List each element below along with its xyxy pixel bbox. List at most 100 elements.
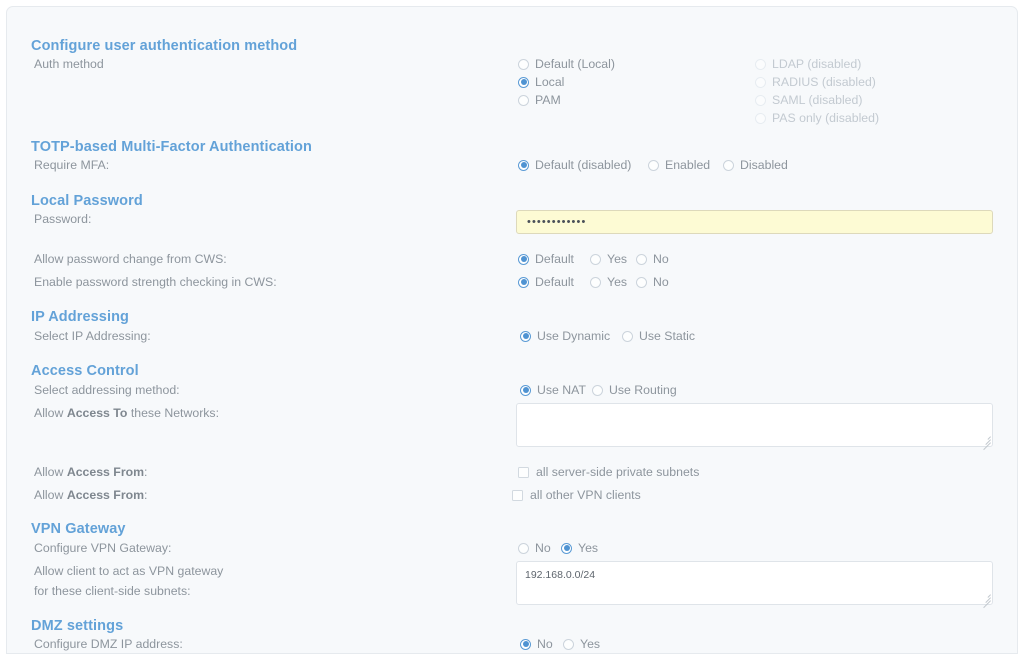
section-heading-mfa: TOTP-based Multi-Factor Authentication: [31, 139, 312, 155]
radio-indicator: [518, 159, 529, 171]
option-label: Default (disabled): [535, 158, 632, 172]
label-allow-access-from-2: Allow Access From:: [34, 488, 147, 502]
radio-ip-use-static[interactable]: Use Static: [622, 329, 695, 343]
option-label: No: [653, 275, 669, 289]
option-label: all server-side private subnets: [536, 465, 700, 479]
radio-indicator: [518, 76, 529, 88]
radio-auth-local[interactable]: Local: [518, 75, 564, 89]
radio-indicator: [592, 384, 603, 396]
option-label: Yes: [578, 541, 599, 555]
label-select-ip-addressing: Select IP Addressing:: [34, 329, 151, 343]
label-part-post: :: [144, 465, 148, 479]
option-label: Default: [535, 275, 574, 289]
radio-indicator: [520, 384, 531, 396]
radio-indicator: [755, 94, 766, 106]
label-line-2: for these client-side subnets:: [34, 584, 191, 598]
radio-mfa-default[interactable]: Default (disabled): [518, 158, 631, 172]
radio-indicator: [518, 542, 529, 554]
section-heading-vpn-gateway: VPN Gateway: [31, 521, 126, 537]
radio-dmz-yes[interactable]: Yes: [563, 637, 600, 651]
access-to-networks-field: [516, 403, 993, 451]
radio-use-routing[interactable]: Use Routing: [592, 383, 677, 397]
option-label: Use Dynamic: [537, 329, 611, 343]
label-auth-method: Auth method: [34, 57, 104, 71]
radio-indicator: [590, 253, 601, 265]
radio-dmz-no[interactable]: No: [520, 637, 553, 651]
section-heading-dmz: DMZ settings: [31, 618, 124, 634]
label-allow-password-change: Allow password change from CWS:: [34, 252, 227, 266]
radio-pwstrength-default[interactable]: Default: [518, 275, 574, 289]
label-part-pre: Allow: [34, 488, 67, 502]
option-label: Use NAT: [537, 383, 586, 397]
checkbox-all-other-vpn-clients[interactable]: all other VPN clients: [512, 488, 641, 502]
access-to-networks-textarea[interactable]: [516, 403, 993, 447]
option-label: Use Static: [639, 329, 696, 343]
option-label: Yes: [607, 252, 628, 266]
settings-panel: Configure user authentication method Aut…: [6, 6, 1018, 654]
label-configure-dmz-ip: Configure DMZ IP address:: [34, 637, 183, 651]
radio-auth-pam[interactable]: PAM: [518, 93, 561, 107]
vpn-configuration-form: Configure user authentication method Aut…: [7, 7, 1017, 653]
option-label: SAML (disabled): [772, 93, 863, 107]
radio-use-nat[interactable]: Use NAT: [520, 383, 586, 397]
vpn-gateway-subnets-textarea[interactable]: [516, 561, 993, 605]
label-configure-vpn-gateway: Configure VPN Gateway:: [34, 541, 172, 555]
radio-indicator: [755, 76, 766, 88]
radio-indicator: [636, 253, 647, 265]
radio-indicator: [636, 276, 647, 288]
option-label: Yes: [580, 637, 601, 651]
radio-ip-use-dynamic[interactable]: Use Dynamic: [520, 329, 610, 343]
radio-auth-ldap: LDAP (disabled): [755, 57, 861, 71]
radio-indicator: [518, 58, 529, 70]
radio-indicator: [622, 330, 633, 342]
label-password-strength: Enable password strength checking in CWS…: [34, 275, 277, 289]
label-part-post: these Networks:: [127, 406, 220, 420]
radio-auth-radius: RADIUS (disabled): [755, 75, 876, 89]
label-allow-access-to: Allow Access To these Networks:: [34, 406, 219, 420]
section-heading-local-password: Local Password: [31, 193, 143, 209]
radio-mfa-disabled[interactable]: Disabled: [723, 158, 788, 172]
label-line-1: Allow client to act as VPN gateway: [34, 564, 224, 578]
option-label: Use Routing: [609, 383, 677, 397]
radio-pwchange-yes[interactable]: Yes: [590, 252, 627, 266]
radio-indicator: [518, 276, 529, 288]
option-label: Default (Local): [535, 57, 615, 71]
label-part-pre: Allow: [34, 406, 67, 420]
radio-indicator: [518, 253, 529, 265]
radio-indicator: [755, 58, 766, 70]
option-label: Disabled: [740, 158, 788, 172]
radio-vpn-gateway-no[interactable]: No: [518, 541, 551, 555]
radio-vpn-gateway-yes[interactable]: Yes: [561, 541, 598, 555]
label-part-bold: Access From: [66, 488, 145, 502]
radio-indicator: [520, 330, 531, 342]
radio-indicator: [590, 276, 601, 288]
radio-pwchange-no[interactable]: No: [636, 252, 669, 266]
option-label: Default: [535, 252, 574, 266]
label-password: Password:: [34, 212, 92, 226]
section-heading-access-control: Access Control: [31, 363, 139, 379]
password-input[interactable]: [516, 210, 993, 234]
radio-indicator: [723, 159, 734, 171]
label-part-bold: Access To: [66, 406, 128, 420]
option-label: all other VPN clients: [530, 488, 641, 502]
radio-pwstrength-yes[interactable]: Yes: [590, 275, 627, 289]
radio-auth-default-local[interactable]: Default (Local): [518, 57, 615, 71]
checkbox-all-server-side-private-subnets[interactable]: all server-side private subnets: [518, 465, 699, 479]
vpn-gateway-subnets-field: [516, 561, 993, 609]
option-label: PAS only (disabled): [772, 111, 880, 125]
option-label: RADIUS (disabled): [772, 75, 876, 89]
radio-mfa-enabled[interactable]: Enabled: [648, 158, 710, 172]
label-allow-access-from-1: Allow Access From:: [34, 465, 147, 479]
option-label: Enabled: [665, 158, 711, 172]
option-label: No: [535, 541, 551, 555]
radio-pwstrength-no[interactable]: No: [636, 275, 669, 289]
radio-auth-saml: SAML (disabled): [755, 93, 862, 107]
radio-indicator: [561, 542, 572, 554]
radio-indicator: [563, 638, 574, 650]
label-part-pre: Allow: [34, 465, 67, 479]
section-heading-ip-addressing: IP Addressing: [31, 309, 129, 325]
section-heading-auth: Configure user authentication method: [31, 38, 298, 54]
label-part-post: :: [144, 488, 148, 502]
radio-pwchange-default[interactable]: Default: [518, 252, 574, 266]
radio-auth-pas-only: PAS only (disabled): [755, 111, 879, 125]
